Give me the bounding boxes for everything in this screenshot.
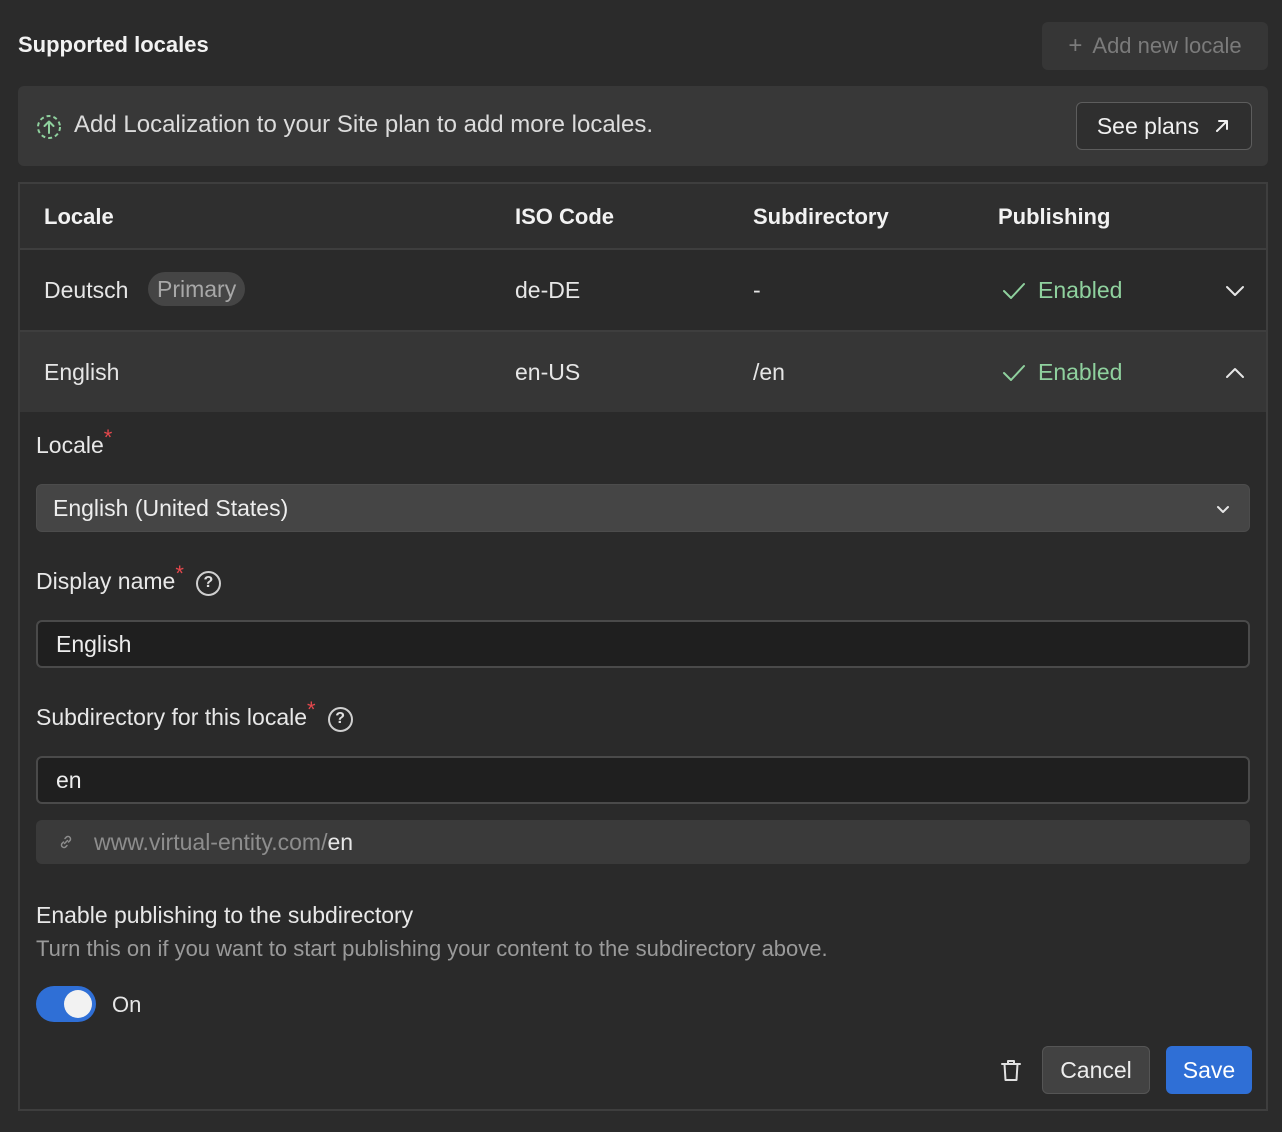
toggle-knob [64,990,92,1018]
locale-field-label: Locale* [36,425,113,458]
publishing-title: Enable publishing to the subdirectory [36,902,414,928]
plus-icon: + [1068,32,1083,59]
locale-select[interactable]: English (United States) [36,484,1250,532]
url-prefix: www.virtual-entity.com/ [94,829,328,855]
check-icon [1003,364,1025,381]
chevron-down-icon [1217,506,1229,513]
publishing-status-label: Enabled [1038,359,1123,385]
url-preview: www.virtual-entity.com/en [36,820,1250,864]
primary-badge: Primary [148,272,246,306]
table-row[interactable]: English en-US /en Enabled [20,332,1266,412]
subdirectory-label: Subdirectory for this locale*? [36,697,353,734]
trash-icon[interactable] [998,1057,1024,1083]
toggle-state-label: On [112,992,142,1017]
upgrade-banner: Add Localization to your Site plan to ad… [18,86,1268,166]
add-new-locale-label: Add new locale [1092,33,1242,58]
publishing-description: Turn this on if you want to start publis… [36,936,828,961]
display-name-input[interactable]: English [36,620,1250,668]
url-suffix: en [327,829,354,855]
subdirectory: - [753,277,761,303]
help-icon[interactable]: ? [327,706,353,732]
see-plans-button[interactable]: See plans [1076,102,1252,150]
iso-code: de-DE [515,277,581,303]
external-arrow-icon [1216,120,1229,132]
link-icon [60,835,72,849]
see-plans-label: See plans [1096,112,1200,139]
table-row[interactable]: Deutsch Primary de-DE - Enabled [20,250,1266,332]
locale-select-value: English (United States) [53,495,289,521]
publishing-status: Enabled [1002,359,1122,386]
column-header-publishing: Publishing [998,204,1111,229]
table-header: Locale ISO Code Subdirectory Publishing [20,184,1266,250]
locales-table: Locale ISO Code Subdirectory Publishing … [18,182,1268,1111]
required-marker: * [175,561,184,586]
locale-name: Deutsch [44,277,129,303]
help-icon[interactable]: ? [195,570,221,596]
save-button[interactable]: Save [1166,1046,1252,1094]
add-new-locale-button[interactable]: + Add new locale [1042,22,1268,70]
section-title: Supported locales [18,32,209,57]
column-header-locale: Locale [44,204,114,229]
column-header-subdirectory: Subdirectory [753,204,889,229]
iso-code: en-US [515,359,581,385]
required-marker: * [307,697,316,722]
check-icon [1003,282,1025,299]
banner-text: Add Localization to your Site plan to ad… [74,111,654,138]
locale-name: English [44,359,120,385]
publishing-toggle[interactable] [36,986,96,1022]
required-marker: * [103,425,113,450]
cancel-button[interactable]: Cancel [1042,1046,1150,1094]
upgrade-arrow-icon [37,115,61,139]
chevron-down-icon[interactable] [1224,280,1246,302]
publishing-status-label: Enabled [1038,277,1123,303]
column-header-iso-code: ISO Code [515,204,615,229]
subdirectory: /en [753,359,785,385]
chevron-up-icon[interactable] [1224,362,1246,384]
subdirectory-input[interactable]: en [36,756,1250,804]
display-name-label: Display name*? [36,561,221,598]
publishing-status: Enabled [1002,277,1122,304]
